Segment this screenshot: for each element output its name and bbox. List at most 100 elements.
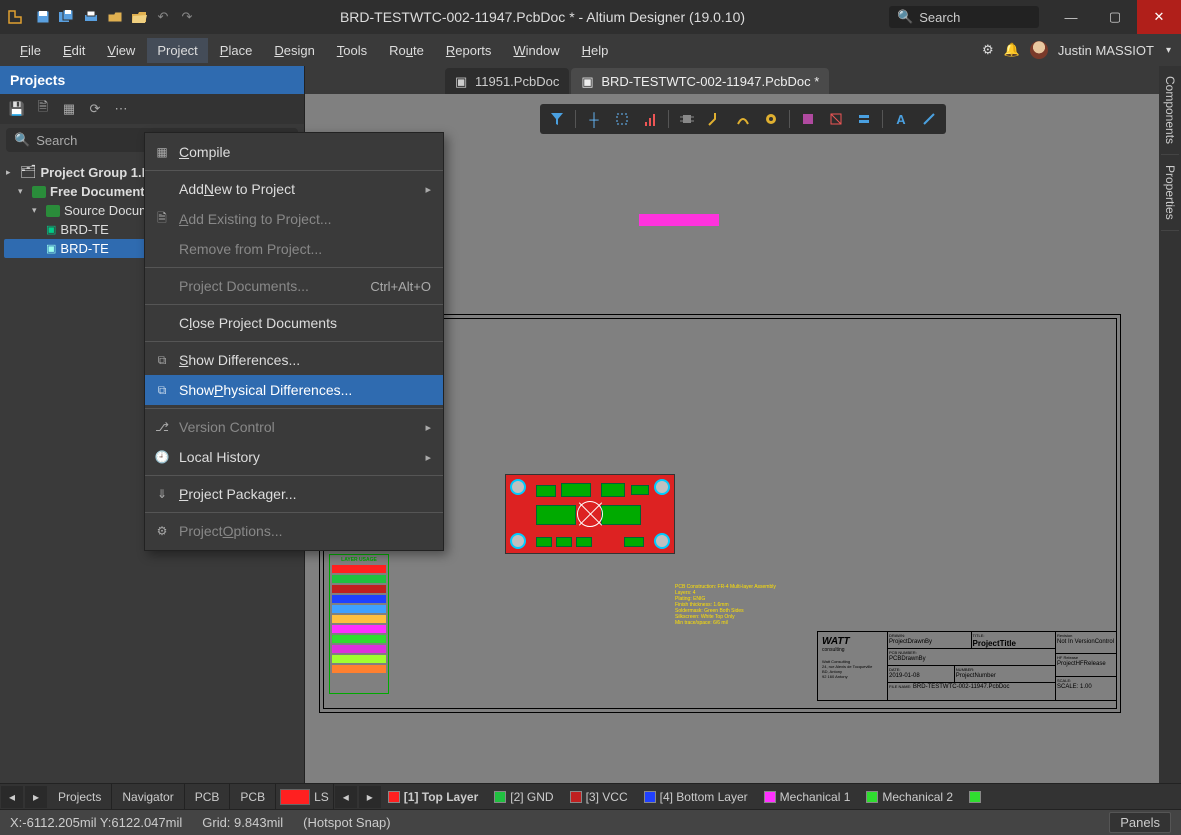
component-icon — [601, 483, 625, 497]
pcb-board-outline[interactable] — [505, 474, 675, 554]
panel-compile-icon[interactable]: ▦ — [60, 100, 78, 118]
document-tab-active[interactable]: ▣ BRD-TESTWTC-002-11947.PcbDoc * — [571, 68, 829, 94]
menu-item-remove[interactable]: Remove from Project... — [145, 234, 443, 264]
menu-project[interactable]: Project — [147, 38, 207, 63]
layer-tab-mech1[interactable]: Mechanical 1 — [758, 790, 857, 804]
user-name-label[interactable]: Justin MASSIOT — [1058, 43, 1154, 58]
layer-tab-more[interactable] — [963, 791, 987, 803]
layer-label: Mechanical 1 — [780, 790, 851, 804]
redo-icon[interactable]: ↷ — [178, 8, 196, 26]
compile-icon: ▦ — [153, 145, 171, 159]
component-icon[interactable] — [674, 108, 700, 130]
save-all-icon[interactable] — [58, 8, 76, 26]
menu-item-local-history[interactable]: 🕘Local History▸ — [145, 442, 443, 472]
menu-item-project-packager[interactable]: ⇓Project Packager... — [145, 479, 443, 509]
menu-item-add-existing[interactable]: 🗎Add Existing to Project... — [145, 204, 443, 234]
pcb-annotation-mechanical — [639, 214, 719, 226]
menu-edit[interactable]: Edit — [53, 38, 95, 63]
track-icon[interactable] — [702, 108, 728, 130]
tab-label: BRD-TESTWTC-002-11947.PcbDoc * — [601, 74, 819, 89]
panel-options-icon[interactable]: ⋯ — [112, 100, 130, 118]
submenu-arrow-icon: ▸ — [425, 183, 431, 196]
shortcut-label: Ctrl+Alt+O — [370, 279, 431, 294]
document-tab[interactable]: ▣ 11951.PcbDoc — [445, 68, 569, 94]
menu-file[interactable]: File — [10, 38, 51, 63]
layer-tab-gnd[interactable]: [2] GND — [488, 790, 559, 804]
panels-button[interactable]: Panels — [1109, 812, 1171, 833]
close-button[interactable]: ✕ — [1137, 0, 1181, 34]
via-icon[interactable] — [758, 108, 784, 130]
tree-label: Free Documents — [50, 184, 152, 199]
layer-scroll-right-icon[interactable]: ▸ — [359, 786, 381, 808]
bottom-tab-navigator[interactable]: Navigator — [112, 784, 184, 809]
layer-color-swatch — [764, 791, 776, 803]
menu-item-close-docs[interactable]: Close Project Documents — [145, 308, 443, 338]
menu-view[interactable]: View — [97, 38, 145, 63]
line-icon[interactable] — [916, 108, 942, 130]
layer-stack-icon[interactable] — [851, 108, 877, 130]
align-icon[interactable] — [637, 108, 663, 130]
open-project-icon[interactable] — [130, 8, 148, 26]
menu-item-compile[interactable]: ▦Compile — [145, 137, 443, 167]
right-side-tabs: Components Properties — [1159, 66, 1181, 783]
bottom-tab-layerset[interactable]: LS — [276, 784, 334, 809]
menu-place[interactable]: Place — [210, 38, 263, 63]
window-title: BRD-TESTWTC-002-11947.PcbDoc * - Altium … — [196, 9, 889, 25]
menu-item-show-differences[interactable]: ⧉Show Differences... — [145, 345, 443, 375]
gear-icon[interactable]: ⚙ — [982, 42, 994, 58]
undo-icon[interactable]: ↶ — [154, 8, 172, 26]
menu-window[interactable]: Window — [503, 38, 569, 63]
collapse-icon[interactable]: ▾ — [32, 205, 42, 216]
tab-scroll-left-icon[interactable]: ◂ — [1, 786, 23, 808]
bottom-tab-projects[interactable]: Projects — [48, 784, 112, 809]
select-rect-icon[interactable] — [609, 108, 635, 130]
layer-tab-bottom[interactable]: [4] Bottom Layer — [638, 790, 754, 804]
bottom-tab-pcb2[interactable]: PCB — [230, 784, 276, 809]
save-icon[interactable] — [34, 8, 52, 26]
menu-reports[interactable]: Reports — [436, 38, 502, 63]
dimension-icon[interactable] — [823, 108, 849, 130]
crosshair-icon[interactable]: ┼ — [581, 108, 607, 130]
menu-item-show-physical-differences[interactable]: ⧉Show Physical Differences... — [145, 375, 443, 405]
menu-item-add-new[interactable]: Add New to Project▸ — [145, 174, 443, 204]
panel-doc-icon[interactable]: 🗎 — [34, 100, 52, 118]
menu-design[interactable]: Design — [264, 38, 324, 63]
menu-item-version-control[interactable]: ⎇Version Control▸ — [145, 412, 443, 442]
avatar-icon[interactable] — [1030, 41, 1048, 59]
menu-item-project-documents[interactable]: Project Documents...Ctrl+Alt+O — [145, 271, 443, 301]
open-icon[interactable] — [106, 8, 124, 26]
app-body: Projects 💾 🗎 ▦ ⟳ ⋯ 🔍 Search ▸ 🗂 Project … — [0, 66, 1181, 783]
window-controls: ― ▢ ✕ — [1049, 0, 1181, 34]
vcs-icon: ⎇ — [153, 420, 171, 434]
search-icon: 🔍 — [897, 9, 913, 25]
minimize-button[interactable]: ― — [1049, 0, 1093, 34]
right-tab-properties[interactable]: Properties — [1161, 155, 1179, 231]
print-icon[interactable] — [82, 8, 100, 26]
menu-tools[interactable]: Tools — [327, 38, 377, 63]
bell-icon[interactable]: 🔔 — [1004, 42, 1020, 58]
menu-item-project-options[interactable]: ⚙Project Options... — [145, 516, 443, 546]
text-icon[interactable]: A — [888, 108, 914, 130]
menu-help[interactable]: Help — [572, 38, 619, 63]
layer-tab-mech2[interactable]: Mechanical 2 — [860, 790, 959, 804]
tab-scroll-right-icon[interactable]: ▸ — [25, 786, 47, 808]
user-dropdown-caret-icon[interactable]: ▾ — [1166, 45, 1171, 56]
layer-scroll-left-icon[interactable]: ◂ — [335, 786, 357, 808]
filter-icon[interactable] — [544, 108, 570, 130]
pcbdoc-icon: ▣ — [581, 74, 595, 88]
layer-tab-top[interactable]: [1] Top Layer — [382, 790, 484, 804]
panel-save-icon[interactable]: 💾 — [8, 100, 26, 118]
expand-icon[interactable]: ▸ — [6, 167, 16, 178]
right-tab-components[interactable]: Components — [1161, 66, 1179, 155]
layer-tabs: [1] Top Layer [2] GND [3] VCC [4] Bottom… — [382, 790, 1181, 804]
layer-tab-vcc[interactable]: [3] VCC — [564, 790, 634, 804]
polygon-icon[interactable] — [795, 108, 821, 130]
maximize-button[interactable]: ▢ — [1093, 0, 1137, 34]
bottom-tab-pcb[interactable]: PCB — [185, 784, 231, 809]
tree-label: BRD-TE — [60, 241, 108, 256]
collapse-icon[interactable]: ▾ — [18, 186, 28, 197]
panel-refresh-icon[interactable]: ⟳ — [86, 100, 104, 118]
menu-route[interactable]: Route — [379, 38, 434, 63]
global-search-input[interactable]: 🔍 Search — [889, 6, 1039, 28]
arc-icon[interactable] — [730, 108, 756, 130]
